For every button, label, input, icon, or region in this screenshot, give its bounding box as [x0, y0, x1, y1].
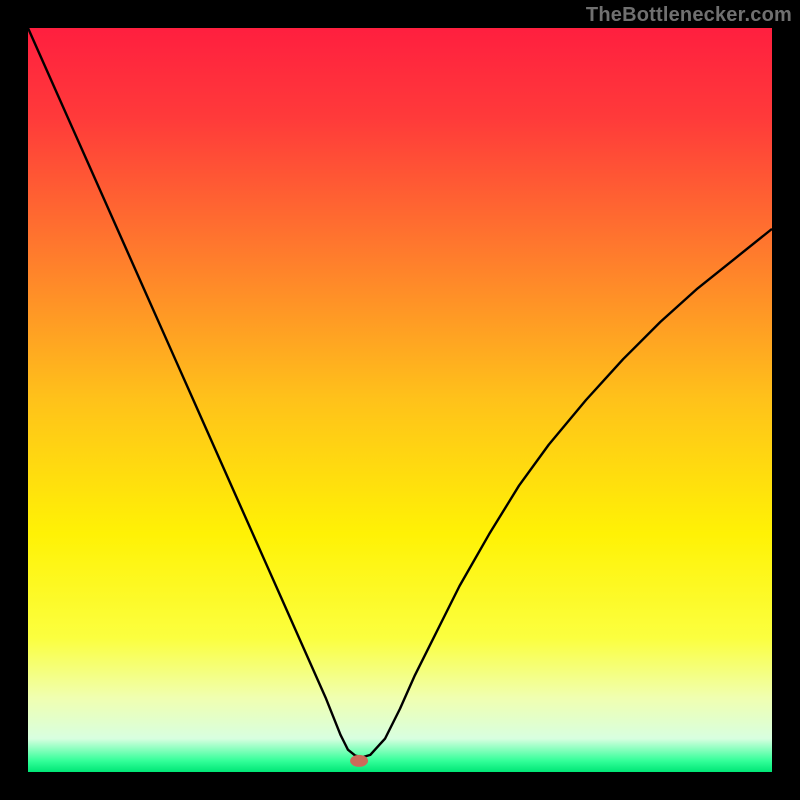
- gradient-background: [28, 28, 772, 772]
- chart-frame: [28, 28, 772, 772]
- bottleneck-chart: [28, 28, 772, 772]
- optimal-point-marker: [350, 755, 368, 767]
- attribution-text: TheBottlenecker.com: [586, 4, 792, 27]
